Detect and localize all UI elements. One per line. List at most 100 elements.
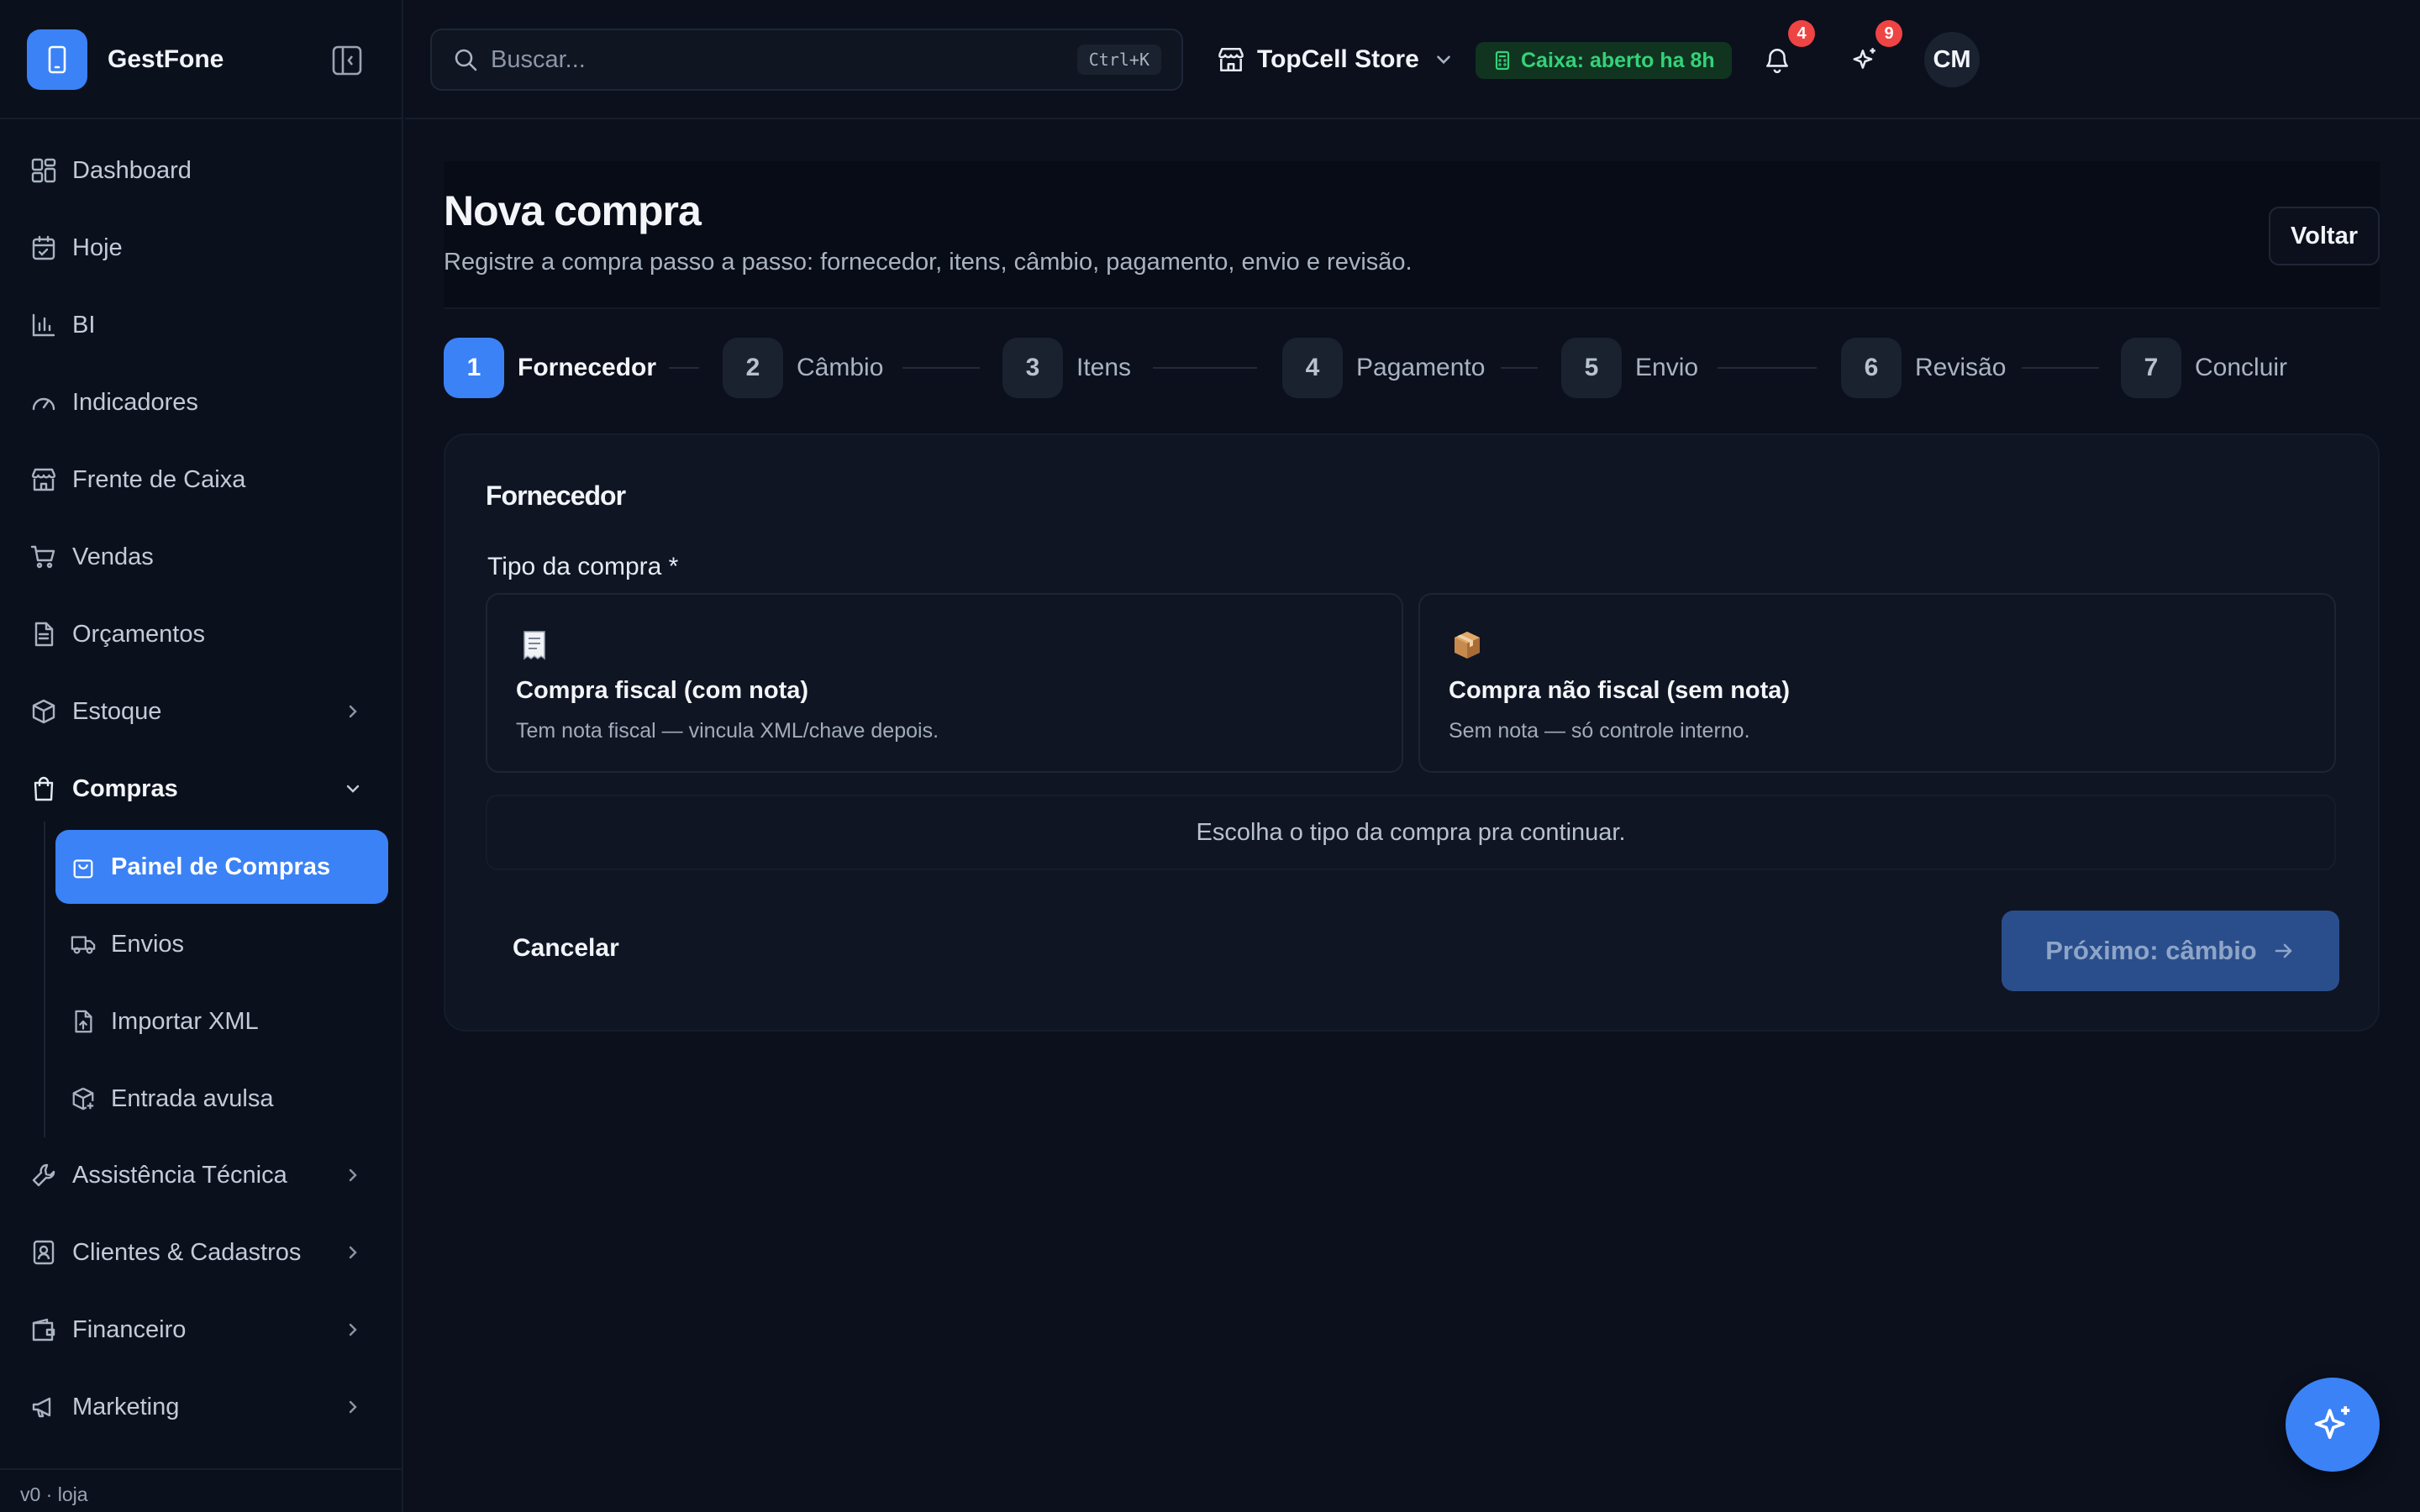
shopping-bag-icon [69,853,97,881]
shopping-bag-icon [29,774,59,804]
box-icon [1450,628,1484,662]
gauge-icon [29,387,59,417]
step-cambio[interactable]: 2 Câmbio [723,338,883,398]
step-label: Pagamento [1356,354,1486,381]
sidebar-item-label: Estoque [72,697,162,725]
search-icon [452,46,479,73]
step-number: 1 [444,338,504,398]
sidebar-item-indicadores[interactable]: Indicadores [17,369,387,436]
app-logo[interactable] [27,29,87,90]
brand: GestFone [27,29,380,91]
sidebar-item-label: Hoje [72,234,123,261]
submenu-guide-line [44,822,45,1137]
step-number: 4 [1282,338,1343,398]
panel-left-icon [331,45,363,76]
chevron-down-icon [343,779,363,799]
chevron-right-icon [343,1397,363,1417]
step-fornecedor[interactable]: 1 Fornecedor [444,338,656,398]
ai-assistant-fab[interactable] [2286,1378,2380,1472]
search-shortcut: Ctrl+K [1076,45,1161,75]
step-number: 6 [1841,338,1902,398]
stepper-connector [1718,367,1817,369]
sidebar-item-label: BI [72,311,96,339]
step-label: Itens [1076,354,1132,381]
divider [0,118,403,119]
sidebar-item-label: Orçamentos [72,620,205,648]
sidebar-item-label: Assistência Técnica [72,1161,287,1189]
search-box[interactable]: Ctrl+K [430,29,1183,91]
package-icon [29,696,59,727]
document-icon [29,619,59,649]
wrench-icon [29,1160,59,1190]
page-header: Nova compra Registre a compra passo a pa… [444,161,2380,309]
sidebar-subitem-importar-xml[interactable]: Importar XML [55,984,388,1058]
back-button[interactable]: Voltar [2269,207,2380,265]
next-step-label: Próximo: câmbio [2045,936,2257,965]
app-version: v0 · loja [20,1483,88,1505]
page-title: Nova compra [444,187,702,234]
stepper-connector [1501,367,1538,369]
calendar-check-icon [29,233,59,263]
ai-assistant-button[interactable] [1845,40,1884,79]
sparkles-icon [2310,1402,2355,1447]
sidebar-item-label: Financeiro [72,1315,187,1343]
stepper-connector [1153,367,1257,369]
option-title: Compra fiscal (com nota) [516,677,809,704]
step-label: Envio [1635,354,1699,381]
sidebar-subitem-label: Envios [111,930,185,958]
sidebar-item-estoque[interactable]: Estoque [17,678,387,745]
step-pagamento[interactable]: 4 Pagamento [1282,338,1485,398]
step-revisao[interactable]: 6 Revisão [1841,338,2006,398]
sidebar-item-financeiro[interactable]: Financeiro [17,1296,387,1363]
sidebar-item-marketing[interactable]: Marketing [17,1373,387,1441]
caixa-status-badge[interactable]: Caixa: aberto ha 8h [1476,42,1732,79]
sidebar-item-frente-de-caixa[interactable]: Frente de Caixa [17,446,387,513]
step-number: 5 [1561,338,1622,398]
notifications-count-badge: 4 [1788,20,1815,47]
ai-count-badge: 9 [1876,20,1902,47]
sidebar-subitem-painel-de-compras[interactable]: Painel de Compras [55,830,388,904]
app-name: GestFone [108,45,224,73]
bell-icon [1763,45,1791,74]
file-upload-icon [69,1007,97,1036]
stepper-connector [902,367,980,369]
sidebar-item-compras[interactable]: Compras [17,755,387,822]
cancel-button[interactable]: Cancelar [513,934,619,963]
sidebar-item-hoje[interactable]: Hoje [17,214,387,281]
sidebar-item-label: Compras [72,774,178,802]
sidebar-item-label: Vendas [72,543,154,570]
step-concluir[interactable]: 7 Concluir [2121,338,2287,398]
user-avatar[interactable]: CM [1924,32,1980,87]
calculator-icon [1492,50,1512,71]
chevron-down-icon [1433,49,1455,71]
step-number: 2 [723,338,783,398]
megaphone-icon [29,1392,59,1422]
sidebar-item-clientes-cadastros[interactable]: Clientes & Cadastros [17,1219,387,1286]
option-fiscal-purchase[interactable]: Compra fiscal (com nota) Tem nota fiscal… [486,593,1403,773]
wallet-icon [29,1315,59,1345]
stepper-connector [669,367,699,369]
sidebar-subitem-label: Painel de Compras [111,853,331,880]
form-hint: Escolha o tipo da compra pra continuar. [486,795,2336,870]
option-non-fiscal-purchase[interactable]: Compra não fiscal (sem nota) Sem nota — … [1418,593,2336,773]
caixa-status-text: Caixa: aberto ha 8h [1521,48,1715,72]
sidebar-collapse-button[interactable] [328,41,366,80]
sidebar-subitem-entrada-avulsa[interactable]: Entrada avulsa [55,1062,388,1136]
step-envio[interactable]: 5 Envio [1561,338,1698,398]
chevron-right-icon [343,1165,363,1185]
bar-chart-icon [29,310,59,340]
store-selector[interactable]: TopCell Store [1217,32,1455,87]
sidebar-item-orcamentos[interactable]: Orçamentos [17,601,387,668]
sidebar-item-assistencia-tecnica[interactable]: Assistência Técnica [17,1142,387,1209]
page-subtitle: Registre a compra passo a passo: fornece… [444,249,1413,276]
sidebar-item-vendas[interactable]: Vendas [17,523,387,591]
sidebar-subitem-envios[interactable]: Envios [55,907,388,981]
next-step-button[interactable]: Próximo: câmbio [2002,911,2339,991]
sidebar-item-bi[interactable]: BI [17,291,387,359]
sidebar-item-dashboard[interactable]: Dashboard [17,137,387,204]
sidebar-item-label: Marketing [72,1393,180,1420]
search-input[interactable] [491,45,1028,74]
step-label: Fornecedor [518,354,657,381]
notifications-button[interactable] [1758,40,1797,79]
step-itens[interactable]: 3 Itens [1002,338,1131,398]
